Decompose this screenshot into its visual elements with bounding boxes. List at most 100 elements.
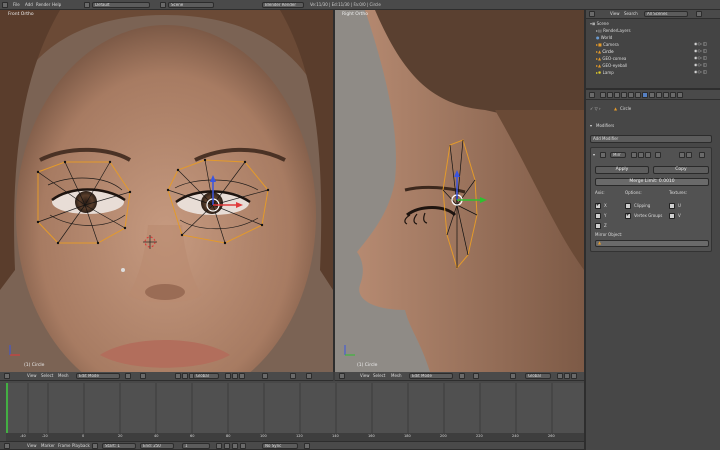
- close-icon[interactable]: [699, 152, 705, 158]
- keying-icon[interactable]: [304, 443, 310, 449]
- visibility-eye-icon[interactable]: ◉ ▷ ◫: [694, 48, 707, 53]
- axis-z-checkbox[interactable]: [595, 223, 601, 229]
- axis-y-checkbox[interactable]: [595, 213, 601, 219]
- material-tab-icon[interactable]: [656, 92, 662, 98]
- mirror-object-field[interactable]: ▲: [595, 240, 709, 247]
- editmode-toggle-icon[interactable]: [645, 152, 651, 158]
- search-icon[interactable]: [696, 11, 702, 17]
- timeline-view-menu[interactable]: View: [27, 443, 37, 448]
- vertex-select-icon[interactable]: [225, 373, 231, 379]
- face-select-icon[interactable]: [571, 373, 577, 379]
- end-frame-field[interactable]: End: 250: [140, 443, 174, 449]
- editor-type-icon[interactable]: [2, 2, 8, 8]
- outliner-row-scene[interactable]: ▾◼ Scene: [590, 20, 609, 27]
- physics-tab-icon[interactable]: [677, 92, 683, 98]
- render-toggle-icon[interactable]: [631, 152, 637, 158]
- timeline-playback-menu[interactable]: Playback: [72, 443, 90, 448]
- pin-icon[interactable]: ✓ ▽ ›: [590, 106, 601, 111]
- constraints-tab-icon[interactable]: [635, 92, 641, 98]
- cage-toggle-icon[interactable]: [655, 152, 661, 158]
- screen-layout-icon[interactable]: [84, 2, 90, 8]
- texture-tab-icon[interactable]: [663, 92, 669, 98]
- render-layers-tab-icon[interactable]: [607, 92, 613, 98]
- scene-tab-icon[interactable]: [614, 92, 620, 98]
- menu-add[interactable]: Add: [25, 2, 33, 7]
- outliner-row-geo-eyeball[interactable]: ▸▲ GEO-eyeball: [596, 62, 627, 69]
- modifiers-tab-icon[interactable]: [642, 92, 648, 98]
- view-menu[interactable]: View: [27, 373, 37, 378]
- visibility-eye-icon[interactable]: ◉ ▷ ◫: [694, 69, 707, 74]
- render-engine-selector[interactable]: Blender Render: [262, 2, 304, 8]
- face-select-icon[interactable]: [239, 373, 245, 379]
- visibility-eye-icon[interactable]: ◉ ▷ ◫: [694, 55, 707, 60]
- editor-type-icon[interactable]: [589, 92, 595, 98]
- timeline-area[interactable]: -40 -20 0 20 40 60 80 100 120 140 160 18…: [0, 381, 584, 441]
- outliner-row-renderlayers[interactable]: ▸▤ RenderLayers: [596, 27, 631, 34]
- outliner-row-camera[interactable]: ▸■ Camera: [596, 41, 619, 48]
- sync-selector[interactable]: No Sync: [262, 443, 298, 449]
- move-up-icon[interactable]: [679, 152, 685, 158]
- editor-type-icon[interactable]: [589, 11, 595, 17]
- orientation-selector[interactable]: Global: [193, 373, 219, 379]
- play-icon[interactable]: [232, 443, 238, 449]
- scene-icon[interactable]: [160, 2, 166, 8]
- mode-selector[interactable]: Edit Mode: [76, 373, 120, 379]
- jump-start-icon[interactable]: [216, 443, 222, 449]
- world-tab-icon[interactable]: [621, 92, 627, 98]
- modifier-collapse-icon[interactable]: ▾: [593, 152, 595, 157]
- select-menu[interactable]: Select: [41, 373, 53, 378]
- mesh-menu[interactable]: Mesh: [391, 373, 402, 378]
- outliner-search-menu[interactable]: Search: [624, 11, 638, 16]
- pivot-icon[interactable]: [140, 373, 146, 379]
- visibility-eye-icon[interactable]: ◉ ▷ ◫: [694, 41, 707, 46]
- editor-type-icon[interactable]: [4, 373, 10, 379]
- jump-end-icon[interactable]: [240, 443, 246, 449]
- play-reverse-icon[interactable]: [224, 443, 230, 449]
- viewport-front[interactable]: Front Ortho (1) Circle: [0, 10, 333, 372]
- view-menu[interactable]: View: [360, 373, 370, 378]
- visibility-eye-icon[interactable]: ◉ ▷ ◫: [694, 62, 707, 67]
- scene-selector[interactable]: Scene: [168, 2, 214, 8]
- menu-render[interactable]: Render: [36, 2, 50, 7]
- manipulator-icon[interactable]: [510, 373, 516, 379]
- orientation-selector[interactable]: Global: [525, 373, 551, 379]
- object-tab-icon[interactable]: [628, 92, 634, 98]
- modifiers-section-toggle[interactable]: ▾: [590, 123, 592, 128]
- copy-button[interactable]: Copy: [653, 166, 709, 174]
- mode-selector[interactable]: Edit Mode: [409, 373, 453, 379]
- record-icon[interactable]: [92, 443, 98, 449]
- proportional-edit-icon[interactable]: [262, 373, 268, 379]
- outliner-row-circle[interactable]: ▸▲ Circle: [596, 48, 614, 55]
- menu-help[interactable]: Help: [52, 2, 61, 7]
- edge-select-icon[interactable]: [232, 373, 238, 379]
- menu-file[interactable]: File: [13, 2, 20, 7]
- snap-icon[interactable]: [290, 373, 296, 379]
- vertex-select-icon[interactable]: [557, 373, 563, 379]
- shading-icon[interactable]: [125, 373, 131, 379]
- outliner-row-lamp[interactable]: ▸✺ Lamp: [596, 69, 614, 76]
- current-frame-field[interactable]: 1: [182, 443, 210, 449]
- select-menu[interactable]: Select: [373, 373, 385, 378]
- render-tab-icon[interactable]: [600, 92, 606, 98]
- editor-type-icon[interactable]: [4, 443, 10, 449]
- axis-x-checkbox[interactable]: [595, 202, 601, 209]
- shading-icon[interactable]: [459, 373, 465, 379]
- edge-select-icon[interactable]: [564, 373, 570, 379]
- translate-icon[interactable]: [182, 373, 188, 379]
- mesh-menu[interactable]: Mesh: [58, 373, 69, 378]
- viewport-toggle-icon[interactable]: [638, 152, 644, 158]
- editor-type-icon[interactable]: [339, 373, 345, 379]
- clipping-checkbox[interactable]: [625, 203, 631, 209]
- layout-selector[interactable]: Default: [92, 2, 150, 8]
- timeline-marker-menu[interactable]: Marker: [41, 443, 55, 448]
- modifier-name-field[interactable]: Mirr: [610, 152, 626, 158]
- apply-button[interactable]: Apply: [595, 166, 649, 174]
- outliner-view-menu[interactable]: View: [610, 11, 620, 16]
- layer-icon[interactable]: [306, 373, 312, 379]
- particles-tab-icon[interactable]: [670, 92, 676, 98]
- outliner-row-geo-cornea[interactable]: ▸▲ GEO-cornea: [596, 55, 626, 62]
- vertex-groups-checkbox[interactable]: [625, 212, 631, 219]
- manipulator-icon[interactable]: [175, 373, 181, 379]
- texture-u-checkbox[interactable]: [669, 203, 675, 209]
- pivot-icon[interactable]: [473, 373, 479, 379]
